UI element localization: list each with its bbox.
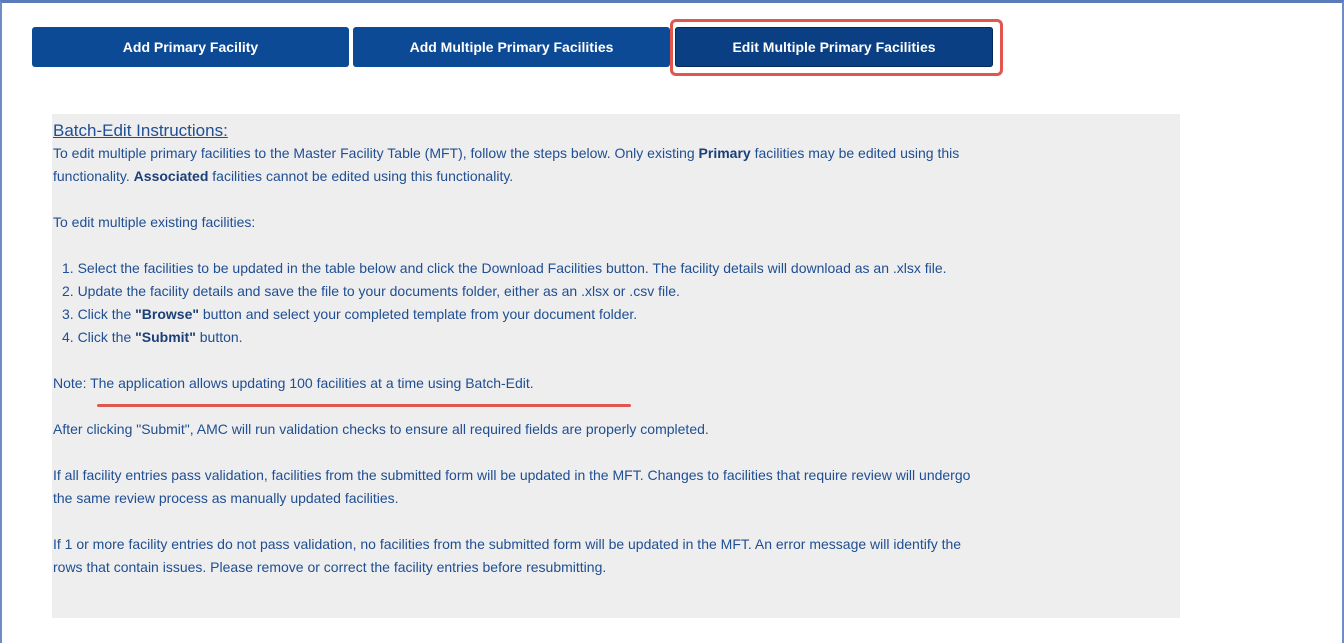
step-4-bold-submit: "Submit": [135, 329, 196, 345]
step-3-bold-browse: "Browse": [135, 306, 199, 322]
to-edit-text: To edit multiple existing facilities:: [53, 214, 256, 230]
step-1: 1. Select the facilities to be updated i…: [62, 260, 947, 276]
step-4: 4. Click the "Submit" button.: [62, 326, 1180, 349]
active-tab-highlight: [670, 19, 1003, 76]
step-3: 3. Click the "Browse" button and select …: [62, 303, 1180, 326]
intro-bold-primary: Primary: [698, 145, 751, 161]
pass-validation-text: If all facility entries pass validation,…: [53, 464, 1180, 510]
intro-text-3: functionality.: [53, 168, 134, 184]
fail-text-1: If 1 or more facility entries do not pas…: [53, 536, 962, 552]
after-submit-text: After clicking "Submit", AMC will run va…: [53, 421, 709, 437]
intro-text-2: facilities may be edited using this: [750, 145, 960, 161]
note-red-underline: [97, 404, 631, 407]
step-3-text-a: 3. Click the: [62, 306, 136, 322]
step-3-text-b: button and select your completed templat…: [199, 306, 638, 322]
pass-text-1: If all facility entries pass validation,…: [53, 467, 971, 483]
intro-text-4: facilities cannot be edited using this f…: [208, 168, 514, 184]
instructions-panel: Batch-Edit Instructions: To edit multipl…: [52, 114, 1180, 618]
instructions-heading: Batch-Edit Instructions:: [53, 121, 228, 140]
intro-text-1: To edit multiple primary facilities to t…: [53, 145, 699, 161]
steps-list: 1. Select the facilities to be updated i…: [53, 257, 1180, 349]
intro-bold-associated: Associated: [133, 168, 209, 184]
fail-validation-text: If 1 or more facility entries do not pas…: [53, 533, 1180, 579]
note-text: Note: The application allows updating 10…: [53, 375, 534, 391]
step-4-text-a: 4. Click the: [62, 329, 136, 345]
fail-text-2: rows that contain issues. Please remove …: [53, 559, 607, 575]
step-4-text-b: button.: [195, 329, 243, 345]
tab-add-multiple-primary-facilities[interactable]: Add Multiple Primary Facilities: [353, 27, 670, 67]
intro-paragraph: To edit multiple primary facilities to t…: [53, 142, 1180, 188]
step-2: 2. Update the facility details and save …: [62, 283, 680, 299]
tab-add-primary-facility[interactable]: Add Primary Facility: [32, 27, 349, 67]
pass-text-2: the same review process as manually upda…: [53, 490, 399, 506]
